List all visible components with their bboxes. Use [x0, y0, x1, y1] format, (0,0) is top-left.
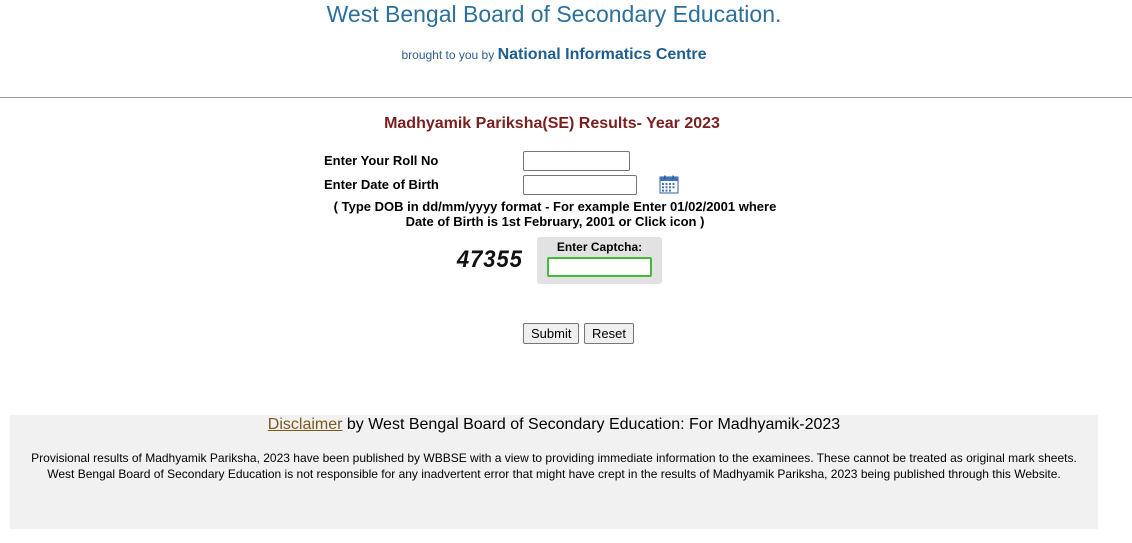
dob-input[interactable]	[523, 175, 637, 195]
disclaimer-panel: Disclaimer by West Bengal Board of Secon…	[10, 415, 1098, 529]
dob-label: Enter Date of Birth	[324, 177, 439, 192]
disclaimer-body: Provisional results of Madhyamik Pariksh…	[31, 451, 1077, 481]
brought-to-you-by: brought to you by National Informatics C…	[0, 44, 1108, 66]
disclaimer-heading-text: by West Bengal Board of Secondary Educat…	[342, 416, 841, 433]
roll-no-label: Enter Your Roll No	[324, 153, 439, 168]
site-title: West Bengal Board of Secondary Education…	[326, 1, 782, 27]
reset-button[interactable]: Reset	[584, 323, 634, 344]
dob-format-hint: ( Type DOB in dd/mm/yyyy format - For ex…	[320, 199, 790, 229]
disclaimer-heading: Disclaimer by West Bengal Board of Secon…	[10, 415, 1098, 435]
dob-hint-line-1: ( Type DOB in dd/mm/yyyy format - For ex…	[333, 199, 777, 214]
header-divider	[0, 97, 1132, 98]
roll-no-input[interactable]	[523, 151, 630, 171]
dob-hint-line-2: Date of Birth is 1st February, 2001 or C…	[405, 214, 705, 229]
results-page: West Bengal Board of Secondary Education…	[0, 0, 1132, 543]
captcha-label: Enter Captcha:	[556, 240, 643, 254]
captcha-image: 47355	[456, 246, 523, 273]
brought-prefix: brought to you by	[401, 48, 495, 62]
captcha-input[interactable]	[547, 257, 652, 277]
calendar-icon[interactable]	[659, 175, 679, 194]
captcha-panel: Enter Captcha:	[537, 237, 662, 284]
exam-title: Madhyamik Pariksha(SE) Results- Year 202…	[384, 115, 720, 132]
submit-button[interactable]: Submit	[523, 323, 580, 344]
disclaimer-link[interactable]: Disclaimer	[268, 416, 343, 433]
nic-name: National Informatics Centre	[497, 46, 707, 63]
